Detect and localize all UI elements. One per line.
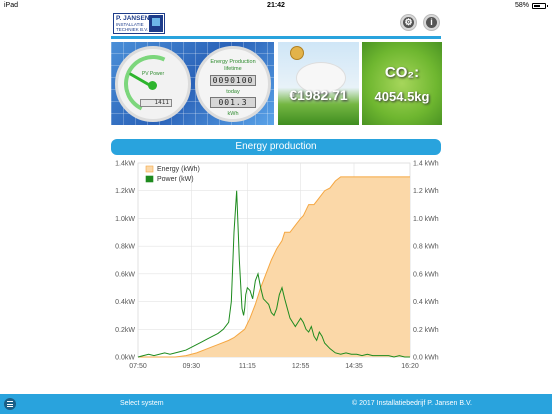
menu-icon[interactable] [4,398,16,410]
y-tick-label-left: 0.6kW [115,271,135,278]
logo-line-1: P. JANSEN [116,15,150,22]
meter-title: Energy Production [210,59,256,65]
savings-tile[interactable]: €1982.71 [278,42,359,125]
battery-percent: 58% [514,2,529,9]
legend-label: Power (kW) [157,176,194,183]
y-tick-label-right: 1.4 kWh [413,161,439,168]
energy-production-chart[interactable]: 0.0kW 0.0 kWh 0.2kW 0.2 kWh 0.4kW 0.4 kWh 0.6k… [104,157,448,373]
chart-section-title: Energy production [111,139,441,155]
y-tick-label-left: 1.4kW [115,161,135,168]
pv-power-gauge: PV Power 1411 [115,46,191,122]
legend-label: Energy (kWh) [157,166,200,173]
meter-unit: kWh [227,111,239,117]
y-tick-label-left: 1.2kW [115,188,135,195]
co2-label: CO₂: [384,64,420,81]
legend-swatch [145,175,154,183]
y-tick-label-right: 0.8 kWh [413,244,439,251]
savings-value: €1982.71 [289,87,348,103]
y-tick-label-left: 0.4kW [115,299,135,306]
x-tick-label: 07:50 [129,363,147,370]
gauge-digits: 1411 [140,99,172,107]
info-button[interactable]: i [423,14,440,31]
settings-button[interactable]: ⚙ [400,14,417,31]
y-tick-label-right: 1.2 kWh [413,188,439,195]
y-tick-label-right: 1.0 kWh [413,216,439,223]
y-tick-label-left: 0.2kW [115,327,135,334]
gear-icon: ⚙ [403,17,414,28]
y-tick-label-right: 0.2 kWh [413,327,439,334]
bottom-toolbar: Select system © 2017 Installatiebedrijf … [0,394,552,414]
y-tick-label-right: 0.4 kWh [413,299,439,306]
y-tick-label-right: 0.0 kWh [413,355,439,362]
info-icon: i [426,17,437,28]
legend-swatch [145,165,154,173]
lifetime-display: 0090100 [210,75,256,86]
co2-tile[interactable]: CO₂: 4054.5kg [362,42,442,125]
y-tick-label-left: 0.0kW [115,355,135,362]
battery-status: 58% [514,2,548,9]
pv-power-tile[interactable]: PV Power 1411 Energy Production lifetime… [111,42,274,125]
logo-mark-icon [149,15,163,32]
x-tick-label: 11:15 [239,363,256,370]
x-tick-label: 09:30 [183,363,201,370]
co2-value: 4054.5kg [374,89,430,104]
status-bar: iPad 21:42 58% [0,0,552,12]
x-tick-label: 14:35 [345,363,363,370]
y-tick-label-left: 1.0kW [115,216,135,223]
battery-icon [532,2,548,9]
logo-line-3: TECHNIEK B.V. [116,27,149,32]
company-logo: P. JANSEN INSTALLATIE TECHNIEK B.V. [113,13,165,34]
y-tick-label-left: 0.8kW [115,244,135,251]
energy-meter: Energy Production lifetime 0090100 today… [195,46,271,122]
x-tick-label: 16:20 [401,363,419,370]
coin-icon [290,46,304,60]
clock: 21:42 [267,2,285,9]
y-tick-label-right: 0.6 kWh [413,271,439,278]
header-divider [111,36,441,39]
x-tick-label: 12:55 [292,363,310,370]
meter-subtitle: lifetime [224,66,242,72]
today-display: 001.3 [210,97,256,108]
select-system-button[interactable]: Select system [120,400,164,407]
gauge-hub [148,81,157,90]
today-label: today [226,89,240,95]
copyright-text: © 2017 Installatiebedrijf P. Jansen B.V. [352,400,472,407]
